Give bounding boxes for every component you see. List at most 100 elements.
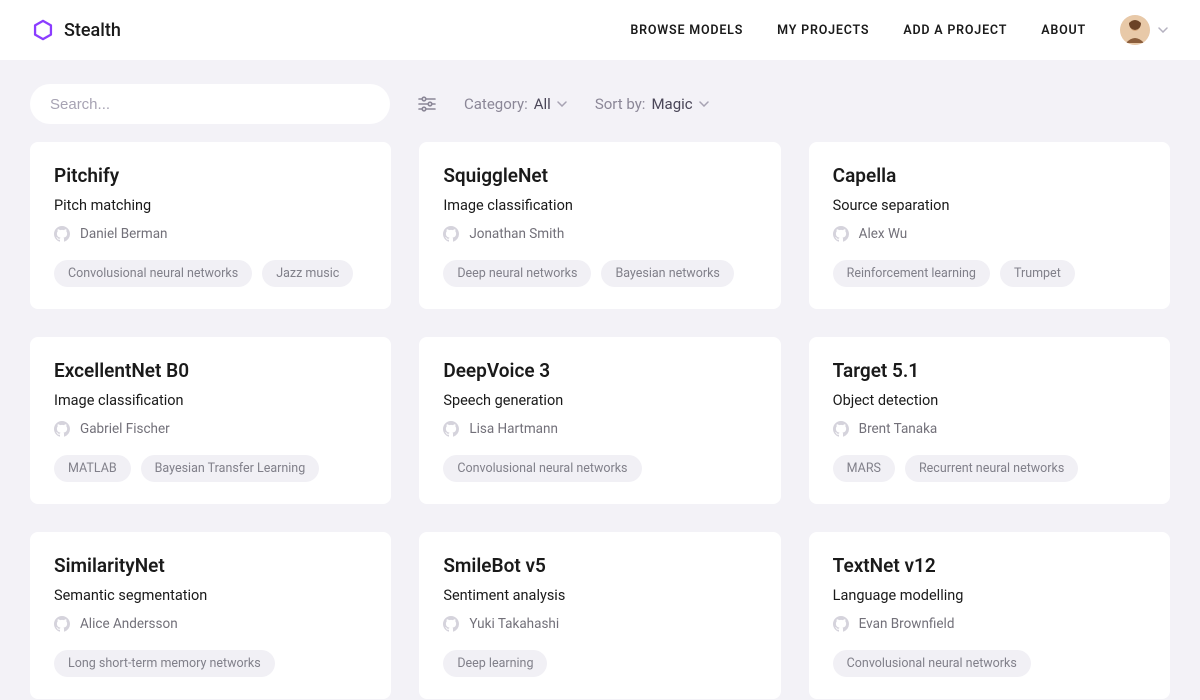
model-subtitle: Source separation (833, 197, 1146, 214)
author-row: Lisa Hartmann (443, 421, 756, 437)
author-row: Jonathan Smith (443, 226, 756, 242)
tag-list: Reinforcement learning Trumpet (833, 260, 1146, 287)
model-subtitle: Image classification (54, 392, 367, 409)
author-name: Lisa Hartmann (469, 421, 558, 437)
author-row: Alex Wu (833, 226, 1146, 242)
model-title: TextNet v12 (833, 554, 1146, 577)
author-name: Jonathan Smith (469, 226, 564, 242)
chevron-down-icon (1158, 25, 1168, 35)
model-subtitle: Speech generation (443, 392, 756, 409)
nav-about[interactable]: ABOUT (1041, 23, 1086, 38)
author-row: Yuki Takahashi (443, 616, 756, 632)
github-icon[interactable] (443, 421, 459, 437)
tag[interactable]: Jazz music (262, 260, 353, 287)
github-icon[interactable] (833, 226, 849, 242)
tag[interactable]: Recurrent neural networks (905, 455, 1078, 482)
author-row: Daniel Berman (54, 226, 367, 242)
author-name: Evan Brownfield (859, 616, 955, 632)
model-subtitle: Language modelling (833, 587, 1146, 604)
tag-list: MARS Recurrent neural networks (833, 455, 1146, 482)
author-row: Evan Brownfield (833, 616, 1146, 632)
github-icon[interactable] (54, 421, 70, 437)
sort-label: Sort by: (595, 95, 646, 113)
tag-list: Deep neural networks Bayesian networks (443, 260, 756, 287)
tag[interactable]: Long short-term memory networks (54, 650, 275, 677)
tag[interactable]: Trumpet (1000, 260, 1075, 287)
sort-filter[interactable]: Sort by: Magic (595, 95, 709, 113)
tag[interactable]: Convolusional neural networks (443, 455, 641, 482)
model-title: SmileBot v5 (443, 554, 756, 577)
category-value: All (534, 95, 551, 113)
author-name: Alex Wu (859, 226, 908, 242)
model-card[interactable]: TextNet v12 Language modelling Evan Brownf… (809, 532, 1170, 699)
model-title: Capella (833, 164, 1146, 187)
model-grid: Pitchify Pitch matching Daniel Berman Convo… (0, 142, 1200, 699)
model-card[interactable]: DeepVoice 3 Speech generation Lisa Hartman… (419, 337, 780, 504)
model-card[interactable]: SmileBot v5 Sentiment analysis Yuki Takaha… (419, 532, 780, 699)
tag-list: Convolusional neural networks (443, 455, 756, 482)
model-title: Pitchify (54, 164, 367, 187)
author-name: Gabriel Fischer (80, 421, 170, 437)
sort-value: Magic (651, 95, 692, 113)
model-subtitle: Sentiment analysis (443, 587, 756, 604)
header: Stealth BROWSE MODELS MY PROJECTS ADD A … (0, 0, 1200, 60)
tag[interactable]: Deep neural networks (443, 260, 591, 287)
tag[interactable]: Deep learning (443, 650, 547, 677)
model-subtitle: Object detection (833, 392, 1146, 409)
filter-icon[interactable] (418, 96, 436, 112)
user-menu[interactable] (1120, 15, 1168, 45)
tag[interactable]: Bayesian networks (601, 260, 733, 287)
github-icon[interactable] (833, 616, 849, 632)
brand-name: Stealth (64, 20, 121, 41)
model-title: Target 5.1 (833, 359, 1146, 382)
author-name: Yuki Takahashi (469, 616, 559, 632)
model-subtitle: Pitch matching (54, 197, 367, 214)
tag[interactable]: MATLAB (54, 455, 131, 482)
tag-list: Convolusional neural networks (833, 650, 1146, 677)
tag-list: Deep learning (443, 650, 756, 677)
tag-list: MATLAB Bayesian Transfer Learning (54, 455, 367, 482)
model-card[interactable]: Target 5.1 Object detection Brent Tanaka MA… (809, 337, 1170, 504)
model-title: ExcellentNet B0 (54, 359, 367, 382)
category-filter[interactable]: Category: All (464, 95, 567, 113)
category-label: Category: (464, 95, 528, 113)
author-name: Alice Andersson (80, 616, 178, 632)
model-card[interactable]: ExcellentNet B0 Image classification Gabri… (30, 337, 391, 504)
tag[interactable]: Bayesian Transfer Learning (141, 455, 320, 482)
tag-list: Convolusional neural networks Jazz music (54, 260, 367, 287)
github-icon[interactable] (54, 616, 70, 632)
model-title: SquiggleNet (443, 164, 756, 187)
github-icon[interactable] (443, 226, 459, 242)
github-icon[interactable] (833, 421, 849, 437)
tag[interactable]: Reinforcement learning (833, 260, 990, 287)
controls-bar: Category: All Sort by: Magic (0, 60, 1200, 142)
tag-list: Long short-term memory networks (54, 650, 367, 677)
search-input[interactable] (30, 84, 390, 124)
nav-add-project[interactable]: ADD A PROJECT (903, 23, 1007, 38)
hexagon-logo-icon (32, 19, 54, 41)
author-row: Alice Andersson (54, 616, 367, 632)
model-title: DeepVoice 3 (443, 359, 756, 382)
nav-my-projects[interactable]: MY PROJECTS (777, 23, 869, 38)
nav-browse-models[interactable]: BROWSE MODELS (630, 23, 743, 38)
model-subtitle: Semantic segmentation (54, 587, 367, 604)
author-row: Gabriel Fischer (54, 421, 367, 437)
tag[interactable]: Convolusional neural networks (54, 260, 252, 287)
tag[interactable]: MARS (833, 455, 895, 482)
github-icon[interactable] (443, 616, 459, 632)
model-card[interactable]: SimilarityNet Semantic segmentation Alice … (30, 532, 391, 699)
model-card[interactable]: Capella Source separation Alex Wu Reinforce… (809, 142, 1170, 309)
chevron-down-icon (557, 99, 567, 109)
chevron-down-icon (699, 99, 709, 109)
avatar (1120, 15, 1150, 45)
model-card[interactable]: SquiggleNet Image classification Jonathan … (419, 142, 780, 309)
tag[interactable]: Convolusional neural networks (833, 650, 1031, 677)
main-nav: BROWSE MODELS MY PROJECTS ADD A PROJECT … (630, 15, 1168, 45)
model-title: SimilarityNet (54, 554, 367, 577)
model-card[interactable]: Pitchify Pitch matching Daniel Berman Convo… (30, 142, 391, 309)
logo[interactable]: Stealth (32, 19, 121, 41)
github-icon[interactable] (54, 226, 70, 242)
model-subtitle: Image classification (443, 197, 756, 214)
author-row: Brent Tanaka (833, 421, 1146, 437)
author-name: Daniel Berman (80, 226, 168, 242)
